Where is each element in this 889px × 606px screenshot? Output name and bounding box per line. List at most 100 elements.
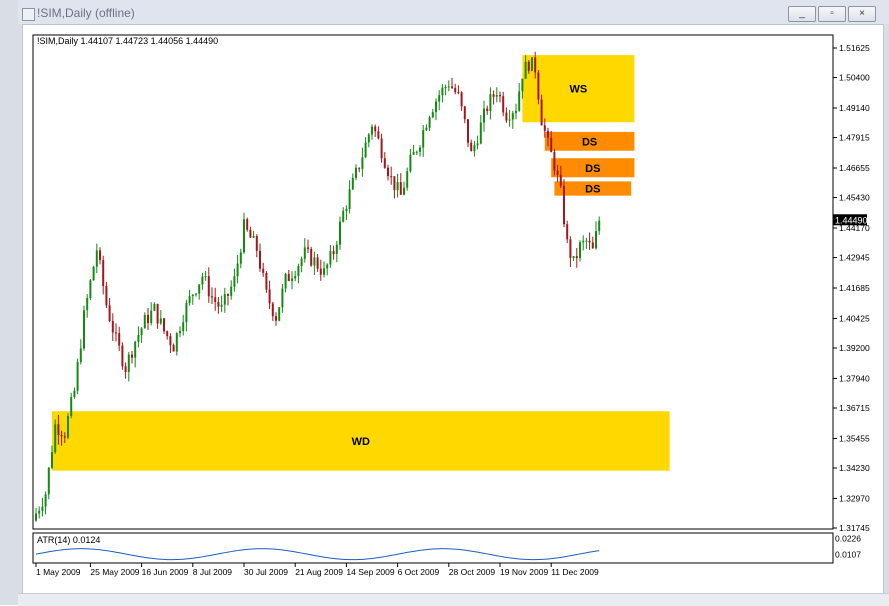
candle-body (86, 298, 89, 311)
candle-body (217, 302, 220, 307)
candle-body (297, 266, 300, 277)
price-chart[interactable]: WS DS DS DS WD 1.51625 1.50400 1.49140 1.47915 1… (23, 25, 883, 593)
current-price-label: 1.44490 (835, 215, 868, 225)
candle-body (495, 95, 498, 97)
candle-body (521, 78, 524, 92)
candle-body (51, 452, 53, 468)
candle-body (140, 328, 143, 336)
candle-body (371, 126, 373, 135)
candle-body (166, 331, 169, 337)
candle-body (425, 127, 428, 131)
chart-window-icon[interactable] (22, 8, 35, 21)
title-bar[interactable]: !SIM,Daily (offline) _ ▫ × (18, 0, 889, 24)
candle-body (172, 345, 175, 352)
candle-body (358, 167, 361, 169)
zone-label: DS (582, 136, 597, 148)
candle-body (83, 310, 85, 349)
candle-body (380, 138, 383, 159)
candle-body (313, 257, 316, 266)
candle-body (79, 348, 82, 363)
candle-body (70, 397, 73, 417)
candle-body (214, 297, 217, 303)
candle-body (467, 119, 469, 143)
candle-body (268, 289, 271, 304)
zone-label: DS (585, 163, 600, 175)
candle-body (412, 151, 415, 155)
candle-body (275, 316, 277, 321)
candle-body (211, 296, 213, 298)
y-tick-label: 1.41685 (839, 283, 870, 293)
candle-body (460, 92, 463, 107)
candle-body (89, 280, 92, 299)
candle-body (595, 231, 597, 249)
candle-body (572, 256, 575, 258)
candle-body (188, 296, 191, 304)
candle-body (534, 57, 537, 73)
zone-label: WS (570, 84, 588, 96)
candle-body (537, 72, 540, 100)
y-tick-label: 1.51625 (839, 43, 870, 53)
candle-body (447, 86, 450, 88)
candle-body (505, 112, 508, 121)
candle-body (476, 143, 479, 146)
candle-body (169, 336, 172, 346)
x-tick-label: 6 Oct 2009 (398, 567, 440, 577)
y-tick-label: 1.34230 (839, 463, 870, 473)
candle-body (262, 268, 265, 273)
y-tick-label: 1.37940 (839, 373, 870, 383)
candle-body (511, 113, 514, 120)
x-tick-label: 28 Oct 2009 (449, 567, 496, 577)
candle-body (204, 276, 207, 278)
candle-body (73, 390, 76, 398)
candle-body (67, 416, 69, 438)
candle-body (278, 307, 281, 321)
candle-body (591, 242, 594, 249)
candle-body (444, 87, 447, 89)
horizontal-scrollbar[interactable] (18, 593, 889, 606)
candle-body (227, 294, 229, 296)
chart-area[interactable]: WS DS DS DS WD 1.51625 1.50400 1.49140 1.47915 1… (22, 24, 884, 594)
candle-body (470, 142, 473, 152)
candle-body (310, 248, 313, 266)
candle-body (121, 345, 124, 367)
candle-body (105, 286, 108, 306)
candle-body (316, 257, 319, 269)
y-tick-label: 1.32970 (839, 493, 870, 503)
candle-body (153, 303, 156, 311)
candle-body (566, 224, 569, 240)
minimize-button[interactable]: _ (788, 6, 816, 22)
current-price-tag: 1.44490 (833, 214, 868, 226)
restore-button[interactable]: ▫ (818, 6, 846, 22)
candle-body (550, 137, 553, 153)
candle-body (579, 242, 581, 259)
candle-body (60, 435, 63, 437)
candle-body (243, 219, 245, 253)
close-button[interactable]: × (848, 6, 876, 22)
candle-body (41, 506, 44, 511)
candle-body (76, 362, 79, 391)
candle-body (419, 147, 421, 152)
x-tick-label: 30 Jul 2009 (244, 567, 288, 577)
candle-body (249, 229, 252, 238)
x-tick-label: 8 Jul 2009 (193, 567, 232, 577)
candle-body (35, 513, 37, 521)
candle-body (422, 130, 425, 148)
candle-body (348, 189, 351, 210)
candle-body (483, 108, 485, 123)
candle-body (383, 158, 386, 168)
candle-body (531, 57, 533, 72)
candle-body (255, 236, 258, 251)
candle-body (582, 240, 585, 243)
candle-body (252, 236, 255, 238)
candle-body (291, 278, 293, 281)
candle-body (457, 92, 460, 94)
candle-body (431, 112, 434, 118)
zone-label: WD (352, 436, 370, 448)
candle-body (236, 263, 239, 277)
candle-body (230, 286, 233, 296)
candle-body (563, 185, 565, 225)
candle-body (518, 91, 521, 111)
x-tick-label: 14 Sep 2009 (346, 567, 394, 577)
candle-body (435, 101, 437, 113)
candle-body (44, 494, 47, 507)
